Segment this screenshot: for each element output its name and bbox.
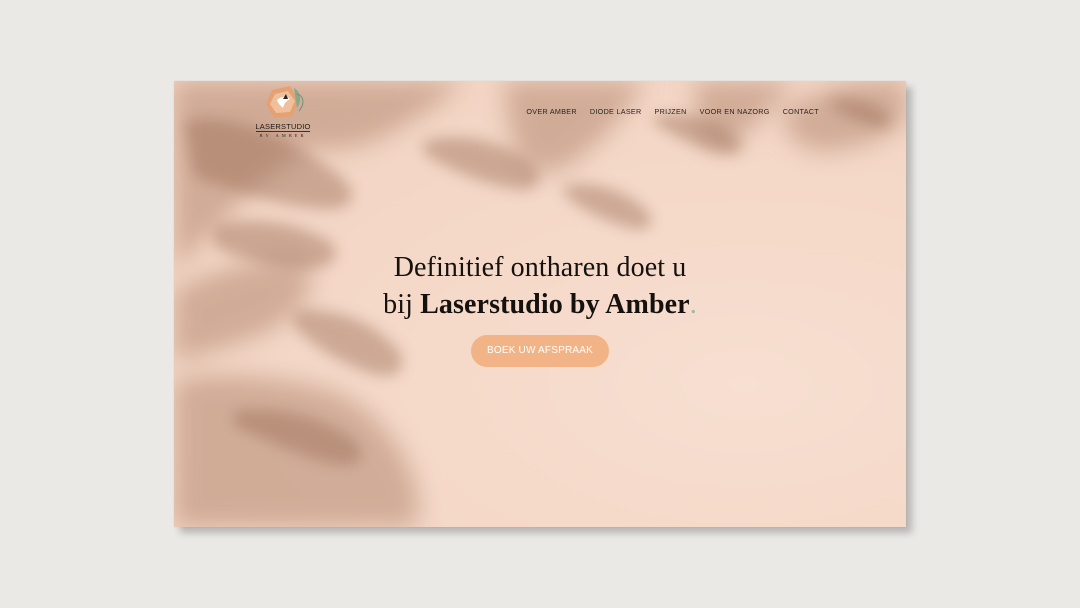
brand-subtitle: BY AMBER xyxy=(259,133,307,138)
book-appointment-button[interactable]: BOEK UW AFSPRAAK xyxy=(471,335,609,367)
hero-headline-prefix: bij xyxy=(383,289,421,320)
hero-headline-dot: . xyxy=(689,289,697,320)
nav-item-prijzen[interactable]: PRIJZEN xyxy=(655,107,687,116)
nav-item-contact[interactable]: CONTACT xyxy=(783,107,819,116)
website-screenshot-frame: LASERSTUDIO BY AMBER OVER AMBER DIODE LA… xyxy=(174,81,906,527)
hero-section: Definitief ontharen doet u bij Laserstud… xyxy=(174,249,906,323)
nav-item-over-amber[interactable]: OVER AMBER xyxy=(526,107,577,116)
main-navigation: OVER AMBER DIODE LASER PRIJZEN VOOR EN N… xyxy=(513,107,819,116)
hero-headline-line1: Definitief ontharen doet u xyxy=(393,252,687,283)
nav-item-diode-laser[interactable]: DIODE LASER xyxy=(590,107,642,116)
brand-logo[interactable]: LASERSTUDIO BY AMBER xyxy=(252,86,314,140)
nav-item-voor-en-nazorg[interactable]: VOOR EN NAZORG xyxy=(700,107,770,116)
hero-headline-brand: Laserstudio by Amber xyxy=(420,289,690,320)
logo-divider xyxy=(256,131,310,132)
leaf-bird-badge-icon xyxy=(266,86,304,118)
brand-name: LASERSTUDIO xyxy=(255,122,311,131)
hero-headline: Definitief ontharen doet u bij Laserstud… xyxy=(174,249,906,323)
